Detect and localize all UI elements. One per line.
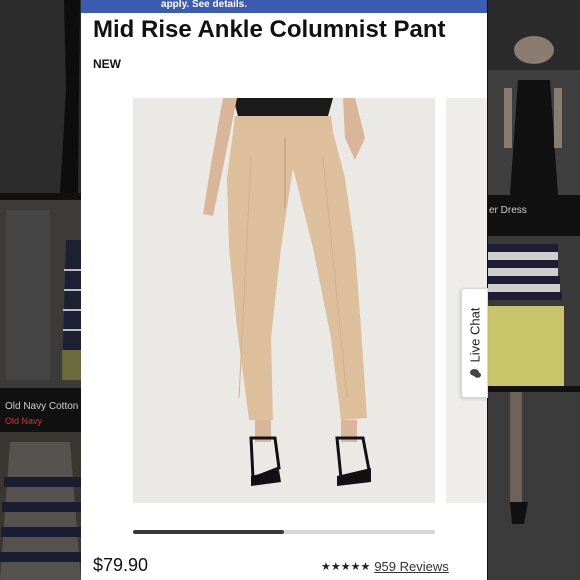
chat-icon	[469, 366, 481, 378]
product-title: Mid Rise Ankle Columnist Pant	[93, 16, 446, 43]
product-quickview-modal: apply. See details. Mid Rise Ankle Colum…	[81, 0, 487, 580]
strapless-dress-illustration	[488, 0, 580, 195]
screen: Old Navy Cotton Old Navy er Dress apply.…	[0, 0, 580, 580]
bg-caption-old-navy-cotton[interactable]: Old Navy Cotton	[5, 401, 78, 412]
dress-illustration	[0, 0, 81, 193]
bg-product-image-black-dress[interactable]	[0, 0, 81, 193]
bg-product-image-striped-top[interactable]	[0, 200, 81, 388]
bg-product-image-legs[interactable]	[488, 392, 580, 580]
bg-caption-dress[interactable]: er Dress	[489, 205, 527, 216]
promo-banner[interactable]: apply. See details.	[81, 0, 487, 13]
image-carousel-scrollbar[interactable]	[133, 530, 435, 534]
striped-yellow-dress-illustration	[488, 236, 580, 386]
live-chat-button[interactable]: Live Chat	[461, 288, 488, 398]
legs-illustration	[488, 392, 580, 580]
pant-illustration	[133, 98, 435, 503]
striped-top-illustration	[0, 200, 81, 388]
bg-product-image-strapless-dress[interactable]	[488, 0, 580, 195]
product-price: $79.90	[93, 555, 149, 575]
bg-product-image-striped-yellow-dress[interactable]	[488, 236, 580, 386]
bg-caption-brand: Old Navy	[5, 416, 43, 426]
live-chat-label: Live Chat	[467, 307, 482, 363]
product-rating: ★★★★★ 959 Reviews	[321, 559, 449, 574]
bg-product-image-striped-dress[interactable]	[0, 432, 81, 580]
product-image-main[interactable]	[133, 98, 435, 503]
reviews-link[interactable]: 959 Reviews	[374, 559, 448, 574]
rating-stars-icon: ★★★★★	[321, 560, 371, 573]
striped-dress-illustration	[0, 432, 81, 580]
new-badge: NEW	[93, 57, 121, 71]
carousel-progress	[133, 530, 284, 534]
